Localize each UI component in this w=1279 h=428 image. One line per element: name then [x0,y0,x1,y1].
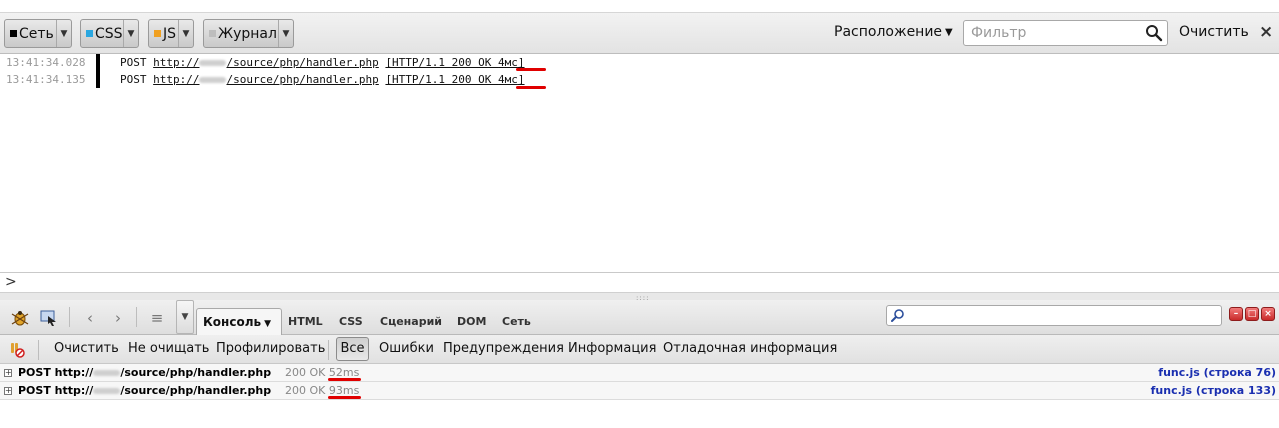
close-firebug-icon[interactable]: × [1261,307,1275,321]
filter-warnings-button[interactable]: Предупреждения [443,341,564,356]
profile-button[interactable]: Профилировать [216,341,325,356]
css-color-swatch [86,30,93,37]
table-row[interactable]: + POST http:///source/php/handler.php 20… [0,382,1279,400]
firebug-toolbar: ‹ › ≡ ▼ Консоль ▼ HTML CSS Сценарий DOM С… [0,300,1279,335]
web-console-log: 13:41:34.028 POST http:///source/php/han… [0,54,1279,272]
persist-button[interactable]: Не очищать [128,341,209,356]
position-menu[interactable]: Расположение ▼ [834,24,953,40]
net-color-swatch [10,30,17,37]
toolbar-divider [328,340,329,360]
filter-errors-button[interactable]: Ошибки [379,341,434,356]
log-color-swatch [209,30,216,37]
filter-js-label: JS [163,25,177,42]
filter-net-button[interactable]: Сеть ▼ [4,19,72,48]
log-status-link[interactable]: [HTTP/1.1 200 OK 4мс] [385,73,524,86]
filter-log-label: Журнал [218,25,277,42]
log-category-bar [96,54,100,71]
toolbar-divider [136,307,137,327]
search-icon [891,309,904,322]
redacted-host [93,388,121,394]
log-message: POST http:///source/php/handler.php [HTT… [120,54,525,71]
filter-css-button[interactable]: CSS ▼ [80,19,139,48]
tab-script[interactable]: Сценарий [380,315,442,328]
log-url-link[interactable]: http:///source/php/handler.php [153,73,379,86]
log-row: 13:41:34.028 POST http:///source/php/han… [0,54,1279,71]
filter-css-label: CSS [95,25,123,42]
filter-log-button[interactable]: Журнал ▼ [203,19,294,48]
toolbar-divider [38,340,39,360]
log-row: 13:41:34.135 POST http:///source/php/han… [0,71,1279,88]
red-underline-mark [516,68,546,71]
tab-console[interactable]: Консоль ▼ [196,308,282,335]
console-subtoolbar: Очистить Не очищать Профилировать Все Ош… [0,335,1279,364]
log-timestamp: 13:41:34.028 [6,56,86,69]
chevron-down-icon: ▼ [945,26,953,38]
command-line: > [0,272,1279,292]
back-icon[interactable]: ‹ [79,307,101,329]
tab-net[interactable]: Сеть [502,315,531,328]
tab-html[interactable]: HTML [288,315,323,328]
detach-icon[interactable]: □ [1245,307,1259,321]
log-method: POST [120,73,147,86]
chevron-down-icon[interactable]: ▼ [178,20,193,47]
filter-debug-button[interactable]: Отладочная информация [663,341,837,356]
break-on-errors-icon[interactable] [9,342,25,358]
chevron-down-icon[interactable]: ▼ [278,20,293,47]
request-text: POST http:///source/php/handler.php [18,384,272,397]
top-strip [0,0,1279,12]
chevron-down-icon: ▼ [181,312,189,322]
chevron-down-icon[interactable]: ▼ [123,20,138,47]
toolbar-divider [69,307,70,327]
red-underline-mark [328,396,361,399]
log-duration: 4мс [498,73,518,86]
chevron-down-icon: ▼ [264,319,271,329]
log-message: POST http:///source/php/handler.php [HTT… [120,71,525,88]
tab-dom[interactable]: DOM [457,315,486,328]
expand-icon[interactable]: + [4,387,12,395]
red-underline-mark [328,378,361,381]
request-text: POST http:///source/php/handler.php [18,366,272,379]
redacted-host [199,77,227,83]
list-icon[interactable]: ≡ [146,307,168,329]
prompt-chevron-icon: > [5,274,17,290]
close-icon[interactable]: × [1259,22,1273,42]
search-icon [1146,25,1163,42]
console-clear-button[interactable]: Очистить [54,341,119,356]
tab-css[interactable]: CSS [339,315,363,328]
minimize-icon[interactable]: – [1229,307,1243,321]
command-input[interactable] [20,274,1270,291]
table-row[interactable]: + POST http:///source/php/handler.php 20… [0,364,1279,382]
redacted-host [199,60,227,66]
position-label: Расположение [834,24,943,40]
log-duration: 4мс [498,56,518,69]
clear-button[interactable]: Очистить [1179,24,1249,40]
firebug-console-log: + POST http:///source/php/handler.php 20… [0,364,1279,428]
filter-info-button[interactable]: Информация [568,341,656,356]
source-link[interactable]: func.js (строка 133) [1151,382,1276,399]
js-color-swatch [154,30,161,37]
firebug-search-input[interactable] [886,305,1222,326]
log-category-bar [96,71,100,88]
inspect-icon[interactable] [38,307,60,329]
filter-js-button[interactable]: JS ▼ [148,19,194,48]
filter-all-button[interactable]: Все [336,337,369,361]
filter-net-label: Сеть [19,25,54,42]
log-status-link[interactable]: [HTTP/1.1 200 OK 4мс] [385,56,524,69]
redacted-host [93,370,121,376]
log-method: POST [120,56,147,69]
source-link[interactable]: func.js (строка 76) [1158,364,1276,381]
log-url-link[interactable]: http:///source/php/handler.php [153,56,379,69]
log-timestamp: 13:41:34.135 [6,73,86,86]
panel-menu-button[interactable]: ▼ [176,300,194,334]
panel-splitter[interactable]: :::: [0,292,1279,302]
red-underline-mark [516,86,546,89]
firebug-bug-icon[interactable] [9,307,31,329]
forward-icon[interactable]: › [107,307,129,329]
expand-icon[interactable]: + [4,369,12,377]
chevron-down-icon[interactable]: ▼ [56,20,71,47]
filter-input[interactable] [963,20,1168,46]
